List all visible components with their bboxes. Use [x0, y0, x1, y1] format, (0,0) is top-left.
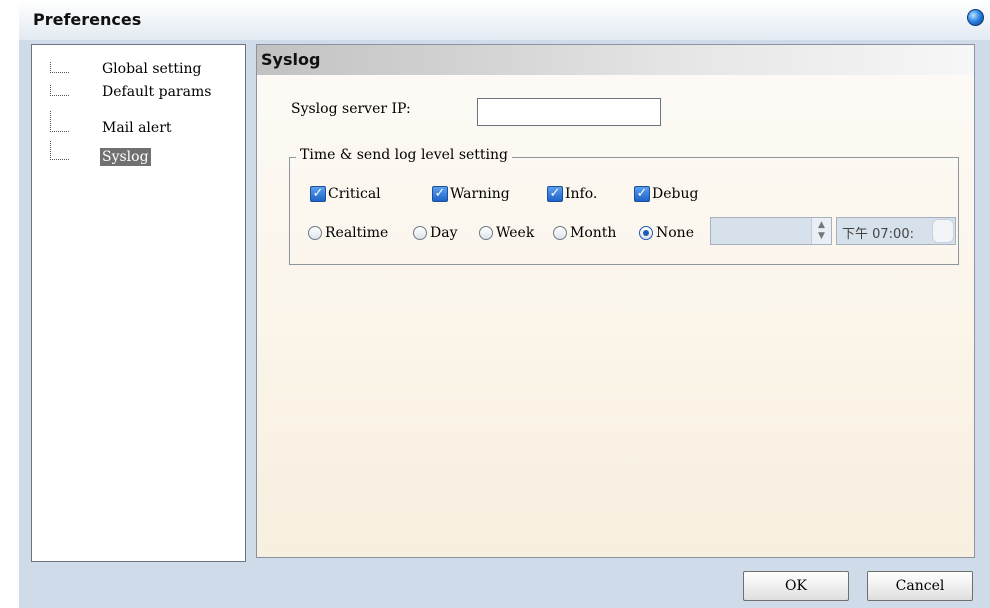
tree-item-label: Syslog: [100, 148, 151, 166]
tree-connector: [50, 141, 69, 160]
window-title: Preferences: [33, 10, 142, 29]
checkbox-label: Critical: [328, 185, 381, 202]
syslog-server-ip-label: Syslog server IP:: [291, 101, 411, 117]
tree-item-default-params[interactable]: Default params: [32, 84, 242, 107]
check-icon: ✓: [432, 185, 448, 202]
title-bar: Preferences: [19, 0, 990, 40]
month-radio[interactable]: Month: [553, 222, 616, 242]
group-legend: Time & send log level setting: [296, 147, 513, 163]
spin-arrows-icon[interactable]: ▲ ▼: [811, 218, 831, 244]
time-value: 下午 07:00:: [842, 227, 914, 242]
checkbox-label: Warning: [450, 185, 510, 202]
syslog-server-ip-input[interactable]: [477, 98, 661, 126]
section-title: Syslog: [261, 50, 321, 69]
radio-label: Day: [430, 224, 458, 241]
settings-tree: Global setting Default params Mail alert…: [31, 44, 246, 562]
tree-connector: [50, 62, 69, 73]
tree-connector: [50, 85, 69, 96]
realtime-radio[interactable]: Realtime: [308, 222, 388, 242]
tree-item-global-setting[interactable]: Global setting: [32, 61, 242, 84]
check-icon: ✓: [634, 185, 650, 202]
radio-label: None: [656, 224, 694, 241]
syslog-panel: Syslog Syslog server IP: Time & send log…: [256, 44, 975, 558]
radio-label: Week: [496, 224, 535, 241]
radio-label: Realtime: [325, 224, 389, 241]
tree-item-label: Mail alert: [102, 120, 172, 136]
check-icon: ✓: [547, 185, 563, 202]
radio-icon: [308, 225, 322, 240]
week-radio[interactable]: Week: [479, 222, 534, 242]
debug-checkbox[interactable]: ✓ Debug: [634, 183, 698, 203]
checkbox-label: Debug: [652, 185, 699, 202]
section-header: Syslog: [257, 45, 974, 75]
time-spin-button[interactable]: [932, 219, 954, 243]
help-icon[interactable]: [967, 9, 984, 26]
ok-button[interactable]: OK: [743, 571, 849, 601]
cancel-button[interactable]: Cancel: [867, 571, 973, 601]
tree-item-label: Global setting: [102, 61, 202, 77]
tree-item-mail-alert[interactable]: Mail alert: [32, 111, 242, 143]
time-spinner[interactable]: 下午 07:00:: [836, 217, 956, 245]
radio-icon: [553, 225, 567, 240]
date-spinner[interactable]: ▲ ▼: [710, 217, 832, 245]
day-radio[interactable]: Day: [413, 222, 457, 242]
none-radio[interactable]: None: [639, 222, 694, 242]
warning-checkbox[interactable]: ✓ Warning: [432, 183, 510, 203]
tree-item-label: Default params: [102, 84, 212, 100]
radio-icon: [413, 225, 427, 240]
radio-icon: [639, 225, 653, 240]
radio-icon: [479, 225, 493, 240]
log-level-group: Time & send log level setting ✓ Critical …: [289, 147, 959, 265]
preferences-window: Preferences Global setting Default param…: [19, 0, 990, 608]
info-checkbox[interactable]: ✓ Info.: [547, 183, 597, 203]
tree-connector: [50, 111, 69, 132]
critical-checkbox[interactable]: ✓ Critical: [310, 183, 381, 203]
checkbox-label: Info.: [565, 185, 598, 202]
radio-label: Month: [570, 224, 617, 241]
tree-item-syslog[interactable]: Syslog: [32, 141, 242, 171]
check-icon: ✓: [310, 185, 326, 202]
